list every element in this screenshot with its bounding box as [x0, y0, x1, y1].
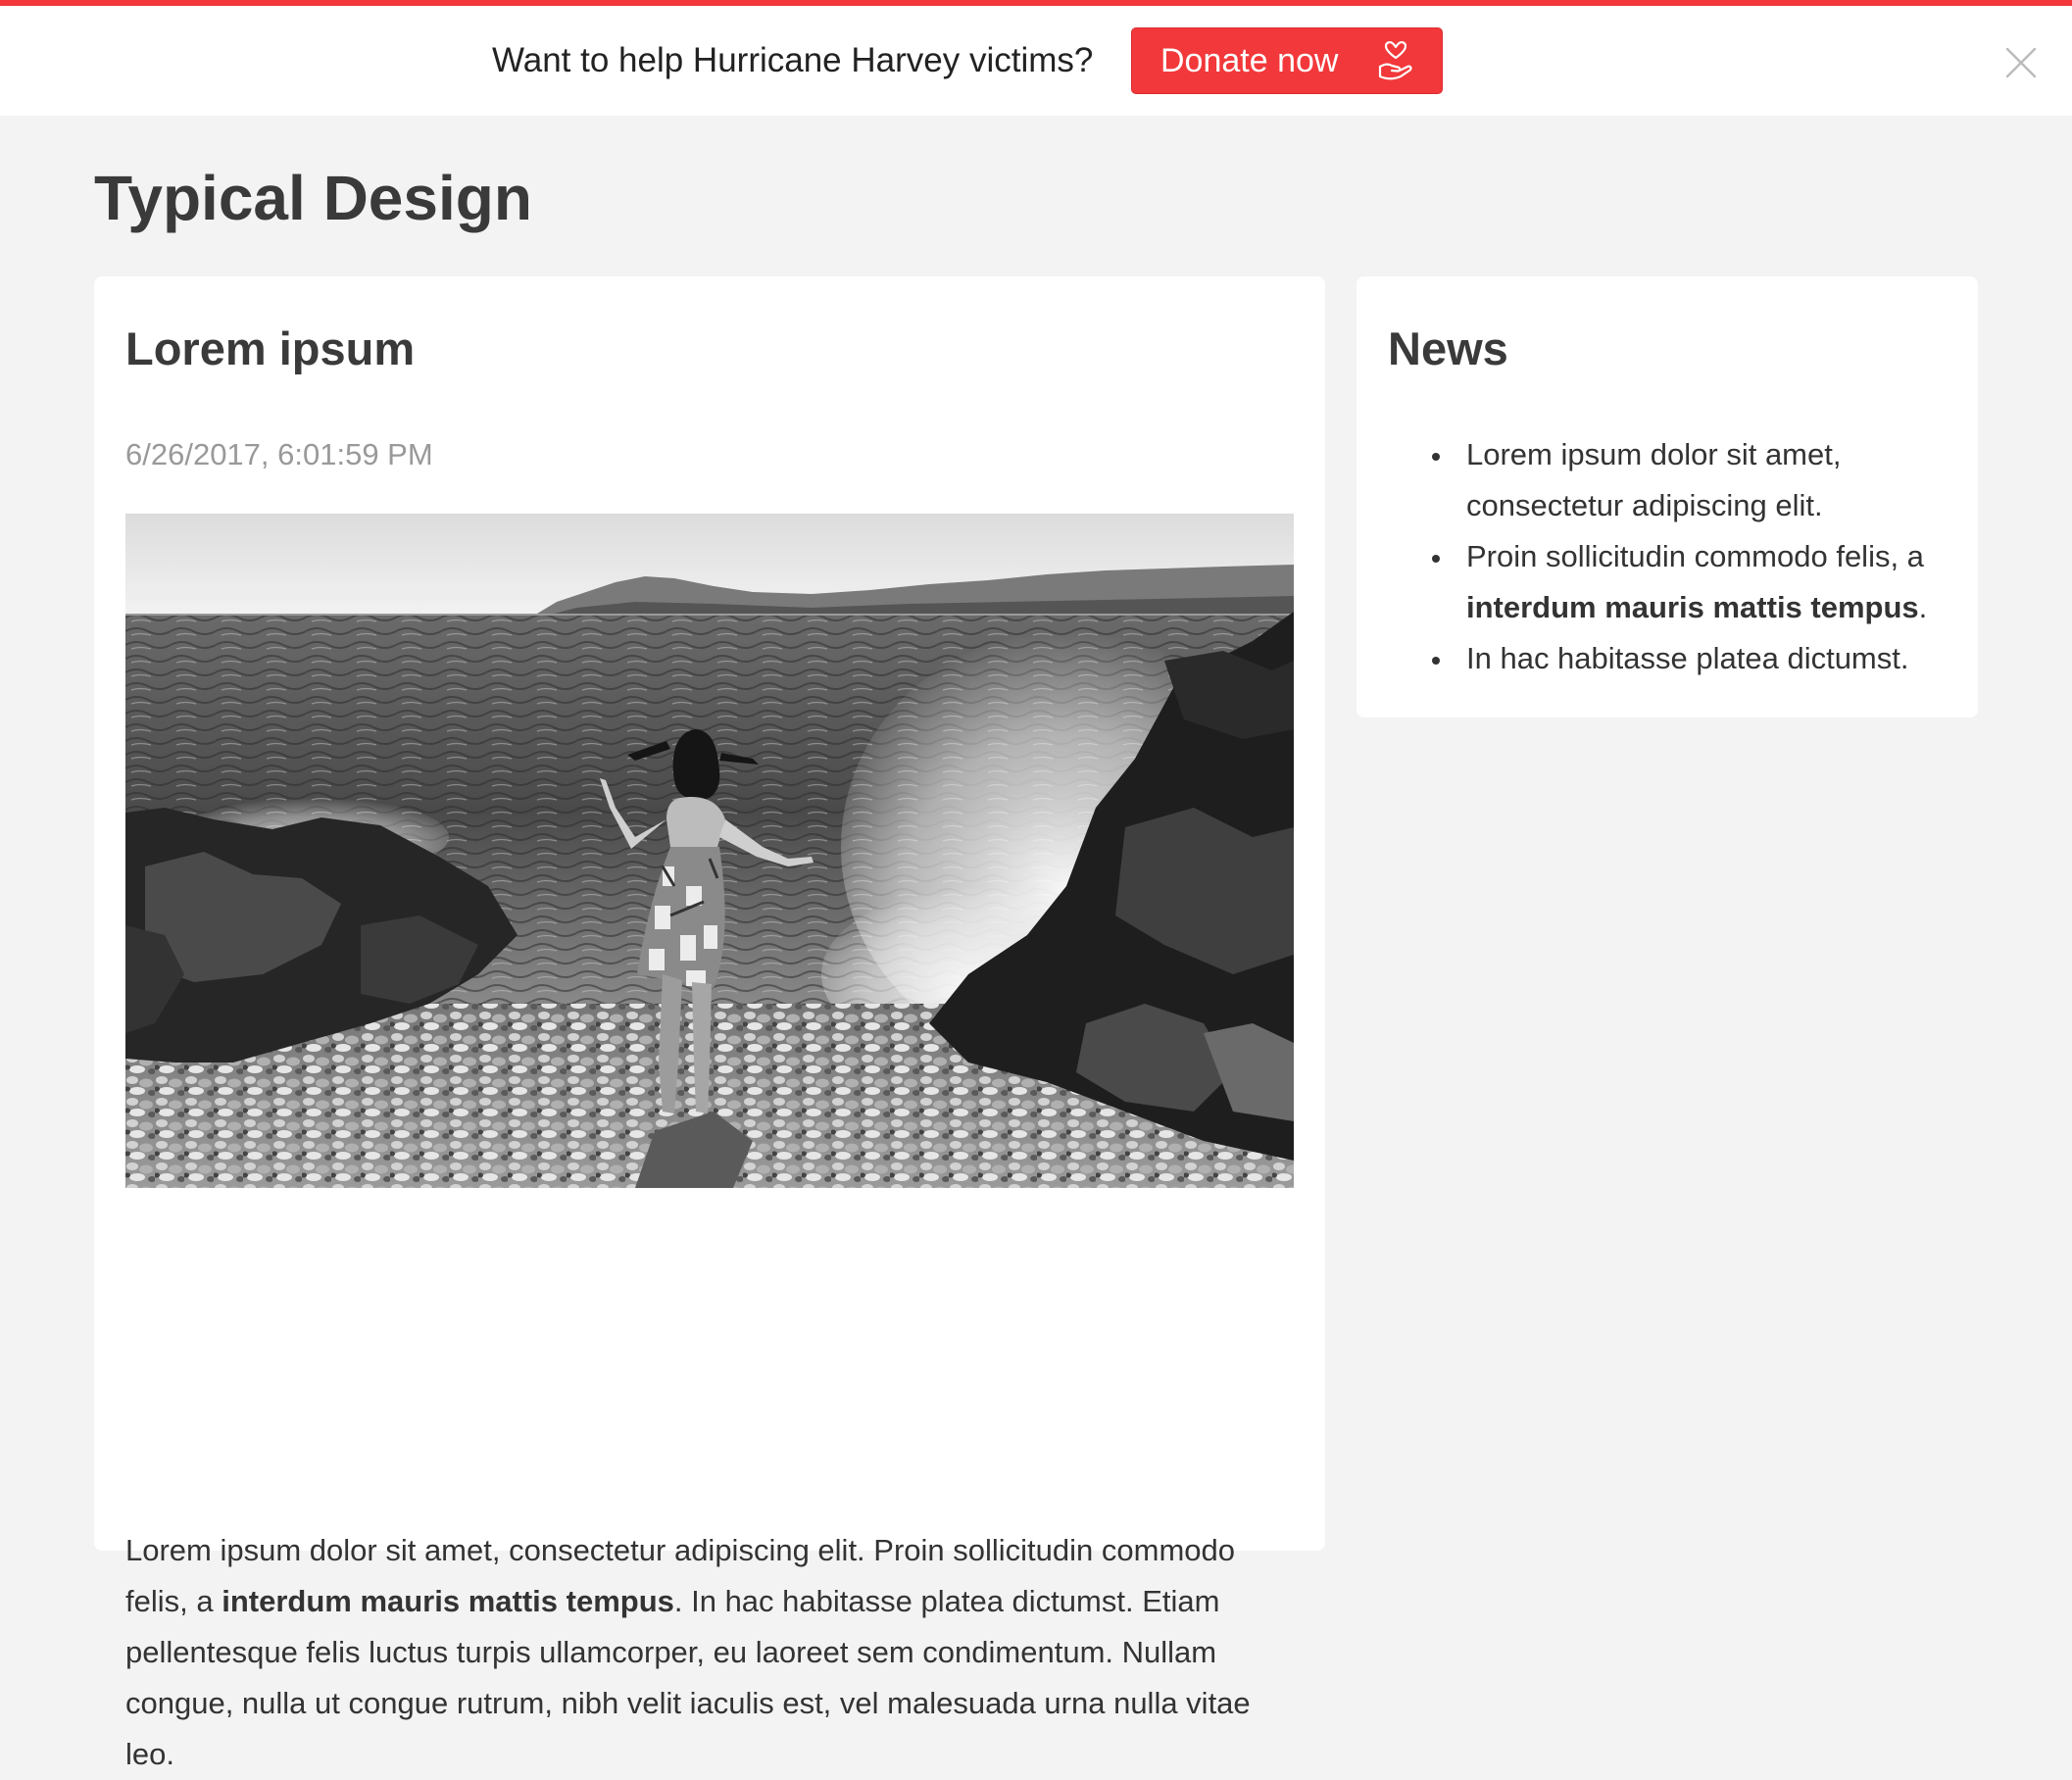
- article-body: Lorem ipsum dolor sit amet, consectetur …: [125, 1533, 1251, 1771]
- news-item-bold: interdum mauris mattis tempus: [1466, 590, 1919, 624]
- close-icon[interactable]: [2003, 45, 2039, 80]
- article-date: 6/26/2017, 6:01:59 PM: [125, 437, 433, 471]
- donation-banner: Want to help Hurricane Harvey victims? D…: [0, 6, 2072, 116]
- heart-in-hand-icon: [1378, 41, 1412, 80]
- article-body-bold: interdum mauris mattis tempus: [222, 1584, 674, 1618]
- news-item: Lorem ipsum dolor sit amet, consectetur …: [1388, 429, 1956, 531]
- page-title: Typical Design: [94, 163, 532, 233]
- article-heading: Lorem ipsum: [125, 322, 416, 374]
- news-item: Proin sollicitudin commodo felis, a inte…: [1388, 531, 1956, 633]
- news-item: In hac habitasse platea dictumst.: [1388, 633, 1956, 684]
- article-photo: [125, 514, 1294, 1188]
- news-heading: News: [1388, 322, 1508, 374]
- news-list: Lorem ipsum dolor sit amet, consectetur …: [1388, 429, 1956, 684]
- donate-now-button[interactable]: Donate now: [1131, 27, 1443, 94]
- article-card: Lorem ipsum 6/26/2017, 6:01:59 PM Lorem …: [94, 276, 1325, 1771]
- news-card: News Lorem ipsum dolor sit amet, consect…: [1357, 276, 1978, 717]
- donate-button-label: Donate now: [1160, 42, 1339, 79]
- banner-message: Want to help Hurricane Harvey victims?: [492, 41, 1094, 79]
